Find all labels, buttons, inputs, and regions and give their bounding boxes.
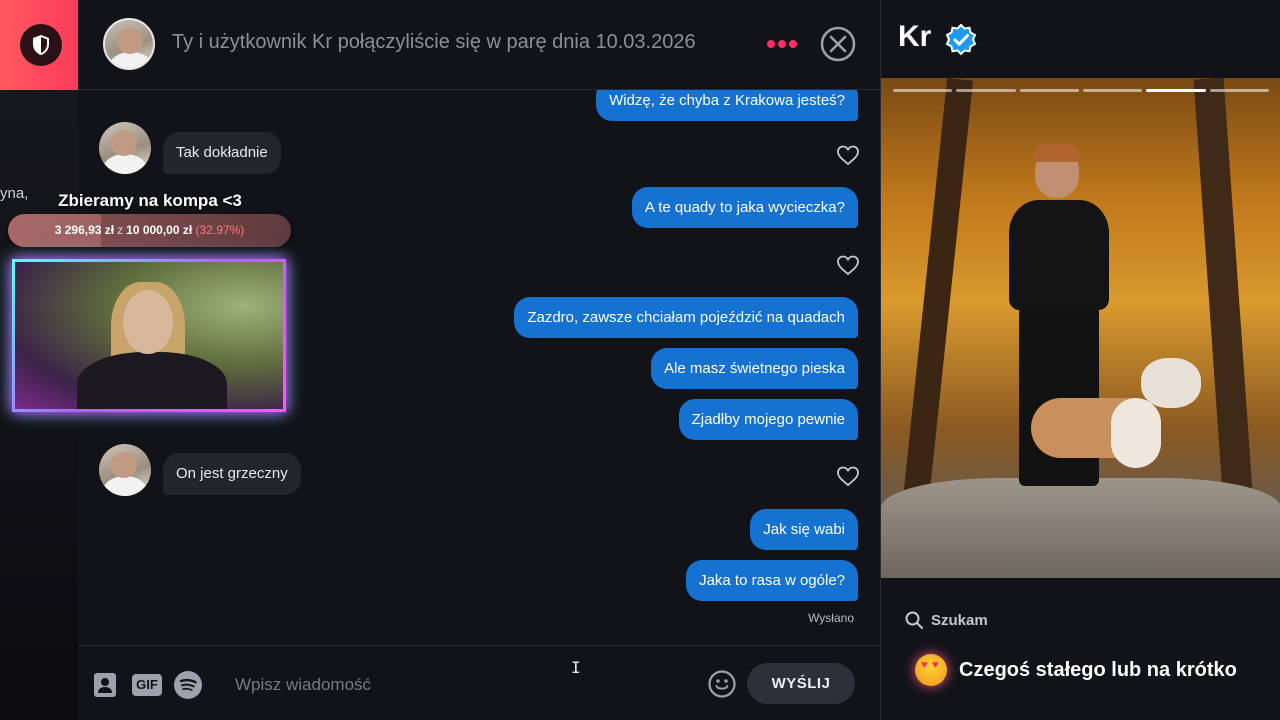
dot-icon	[767, 40, 775, 48]
photo-person-shirt	[1009, 200, 1109, 310]
profile-photo[interactable]	[881, 78, 1280, 578]
photo-dog	[1031, 358, 1211, 508]
sidebar-header	[0, 0, 78, 90]
photo-dog-chest	[1111, 398, 1161, 468]
send-button[interactable]: WYŚLIJ	[747, 663, 855, 704]
photo-progress-segment[interactable]	[1146, 89, 1206, 92]
emoji-picker-icon[interactable]	[708, 670, 736, 698]
donation-goal-title: Zbieramy na kompa <3	[58, 191, 242, 210]
message-bubble-sent: A te quady to jaka wycieczka?	[631, 187, 858, 228]
webcam-face	[123, 290, 173, 354]
photo-progress-segment[interactable]	[1019, 89, 1079, 92]
match-avatar[interactable]	[103, 18, 155, 70]
like-heart-icon[interactable]	[836, 254, 860, 276]
match-info-title: Ty i użytkownik Kr połączyliście się w p…	[172, 31, 696, 53]
contact-card-icon[interactable]	[94, 673, 116, 697]
webcam-body	[77, 352, 227, 409]
photo-progress-segment[interactable]	[1209, 89, 1269, 92]
looking-for-label: Szukam	[931, 612, 988, 629]
relationship-goal-text: Czegoś stałego lub na krótko	[959, 659, 1237, 681]
verified-badge-icon	[945, 24, 977, 56]
profile-info: Szukam Czegoś stałego lub na krótko	[881, 578, 1280, 720]
heart-eyes-emoji-icon	[915, 654, 947, 686]
close-chat-button[interactable]	[820, 26, 856, 62]
chat-header: Ty i użytkownik Kr połączyliście się w p…	[78, 0, 880, 90]
profile-header: Kr	[881, 0, 1280, 78]
shield-icon	[33, 35, 49, 55]
donation-progress-text: 3 296,93 zł z 10 000,00 zł (32.97%)	[8, 214, 291, 247]
text-cursor-icon: I	[571, 658, 581, 677]
photo-person-cap	[1033, 144, 1081, 162]
donation-progress-bar: 3 296,93 zł z 10 000,00 zł (32.97%)	[8, 214, 291, 247]
dot-icon	[789, 40, 797, 48]
donation-current: 3 296,93 zł	[54, 223, 115, 237]
gif-button[interactable]: GIF	[132, 674, 162, 696]
message-bubble-sent: Jak się wabi	[750, 509, 858, 550]
message-input[interactable]	[223, 666, 693, 704]
sender-avatar[interactable]	[99, 122, 151, 174]
message-bubble-sent: Zazdro, zawsze chciałam pojeździć na qua…	[514, 297, 858, 338]
message-bubble-sent: Ale masz świetnego pieska	[651, 348, 858, 389]
more-options-button[interactable]	[766, 30, 798, 58]
streamer-webcam	[12, 259, 286, 412]
donation-percent: (32.97%)	[195, 223, 245, 237]
message-bubble-sent: Zjadłby mojego pewnie	[678, 399, 858, 440]
donation-separator: z	[117, 223, 124, 237]
photo-progress-segment[interactable]	[956, 89, 1016, 92]
profile-name: Kr	[898, 20, 932, 53]
app-root: yna, Ty i użytkownik Kr połączyliście si…	[0, 0, 1280, 720]
search-icon	[905, 611, 923, 629]
like-heart-icon[interactable]	[836, 144, 860, 166]
photo-dog-head	[1141, 358, 1201, 408]
sent-status: Wysłano	[808, 611, 854, 625]
message-bubble-received: Tak dokładnie	[163, 132, 281, 174]
safety-shield-button[interactable]	[20, 24, 62, 66]
message-bubble-received: On jest grzeczny	[163, 453, 301, 495]
sender-avatar[interactable]	[99, 444, 151, 496]
message-composer: GIF I WYŚLIJ	[78, 645, 880, 720]
dot-icon	[778, 40, 786, 48]
photo-progress-segment[interactable]	[893, 89, 953, 92]
photo-progress-segment[interactable]	[1083, 89, 1143, 92]
like-heart-icon[interactable]	[836, 465, 860, 487]
donation-goal: 10 000,00 zł	[126, 223, 193, 237]
spotify-icon[interactable]	[174, 671, 202, 699]
message-bubble-sent: Widzę, że chyba z Krakowa jesteś?	[596, 90, 858, 121]
profile-panel: Kr Szukam ♥ ♥ Czegoś stałego lub na krót…	[880, 0, 1280, 720]
message-bubble-sent: Jaka to rasa w ogóle?	[686, 560, 858, 601]
